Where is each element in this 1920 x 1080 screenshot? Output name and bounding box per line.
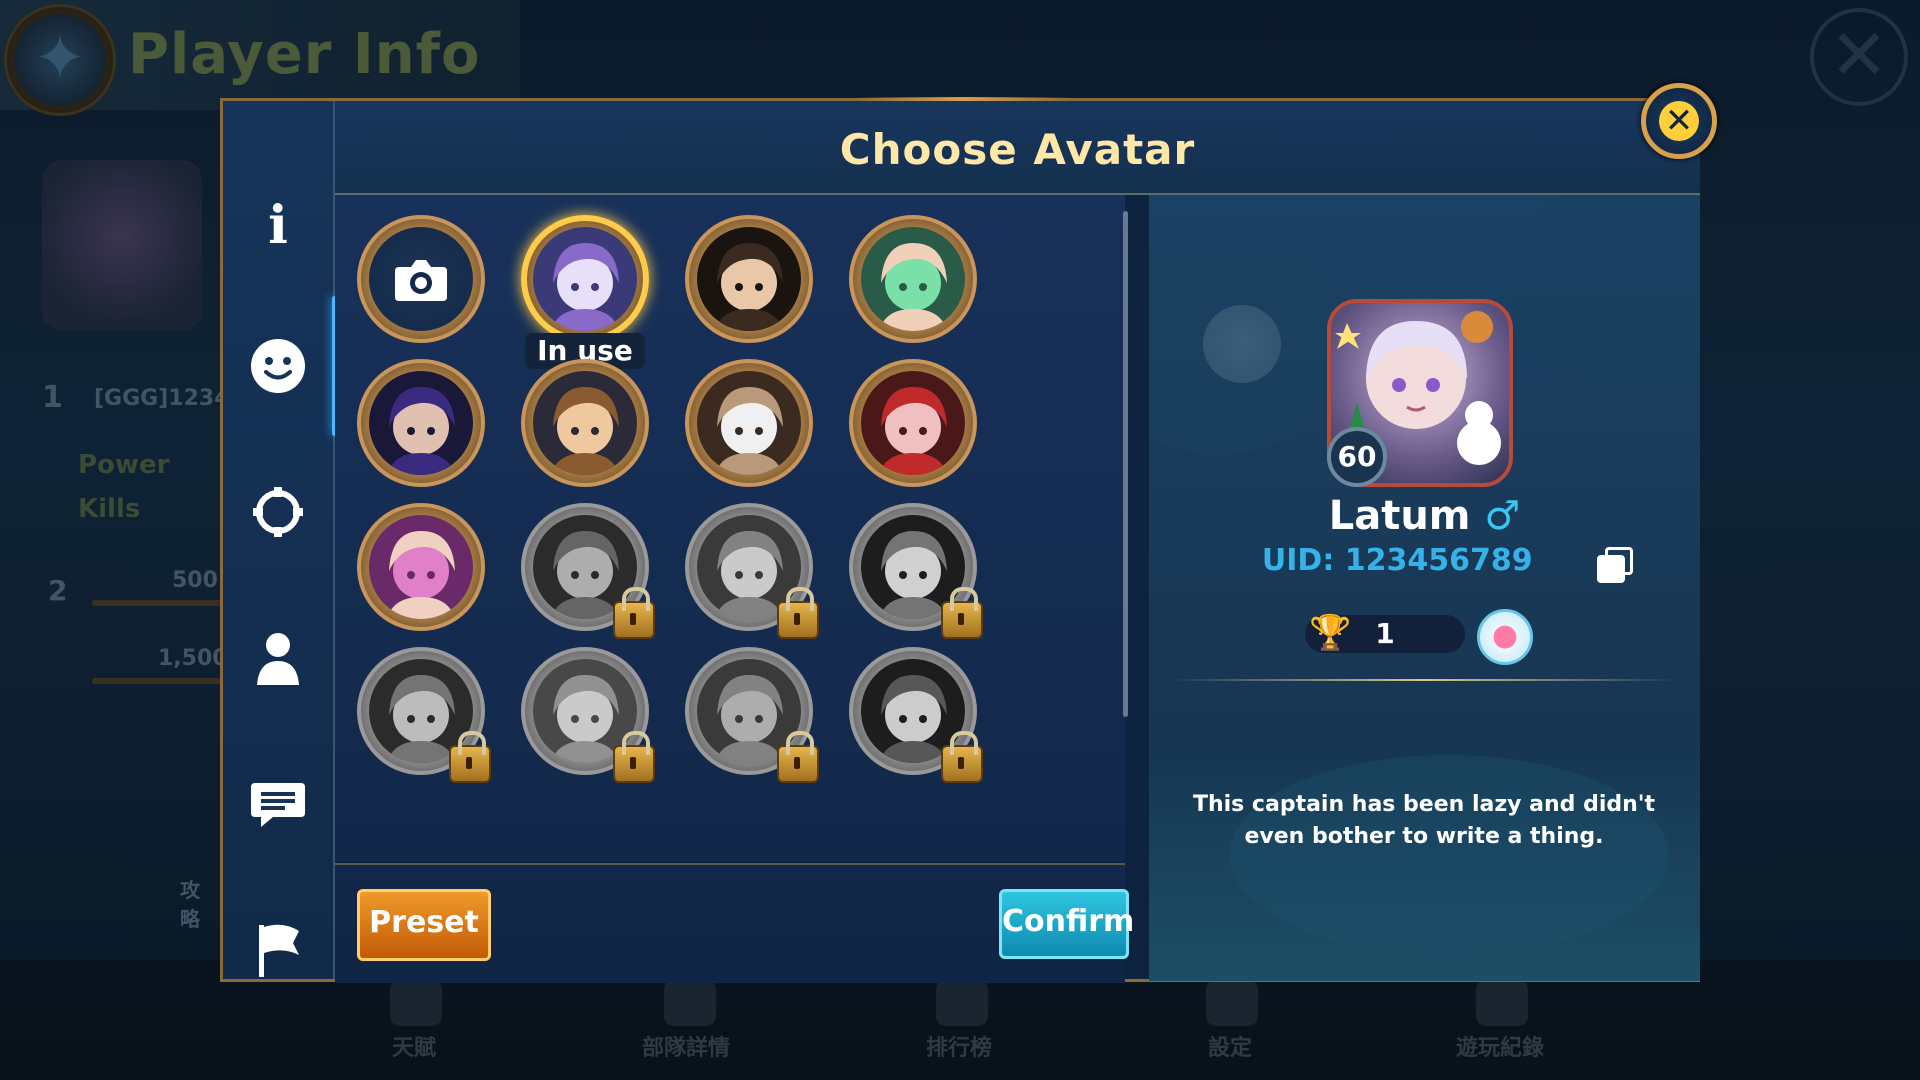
modal-title: Choose Avatar bbox=[839, 125, 1196, 174]
nav-troop-details[interactable]: 部隊詳情 bbox=[642, 1030, 730, 1062]
lock-icon bbox=[777, 587, 819, 639]
nav-settings[interactable]: 設定 bbox=[1208, 1030, 1252, 1062]
stat-power-label: Power bbox=[78, 450, 170, 480]
background-player-panel: 1 [GGG]1234 Power Kills 2 500 1,500 攻略 bbox=[36, 150, 230, 931]
avatar-portrait bbox=[369, 515, 473, 619]
avatar-option[interactable] bbox=[685, 359, 813, 487]
background-avatar bbox=[42, 160, 202, 330]
avatar-option[interactable] bbox=[357, 359, 485, 487]
tab-frame[interactable] bbox=[223, 457, 333, 567]
avatar-portrait bbox=[369, 371, 473, 475]
background-title: Player Info bbox=[128, 22, 481, 87]
preset-button[interactable]: Preset bbox=[357, 889, 491, 961]
avatar-grid-scrollbar[interactable] bbox=[1123, 211, 1128, 717]
tab-avatar[interactable] bbox=[223, 296, 337, 436]
modal-tab-bar: i bbox=[223, 101, 337, 979]
stat-value-1: 500 bbox=[172, 568, 218, 593]
trophy-count: 1 bbox=[1375, 617, 1395, 650]
upload-photo-avatar[interactable] bbox=[357, 215, 485, 343]
tree-decoration bbox=[1149, 235, 1349, 455]
ranking-icon[interactable] bbox=[936, 980, 988, 1026]
info-icon: i bbox=[268, 195, 288, 256]
avatar-portrait bbox=[861, 227, 965, 331]
modal-header: Choose Avatar bbox=[335, 101, 1700, 195]
nav-talent[interactable]: 天賦 bbox=[392, 1030, 436, 1062]
player-tag: [GGG]1234 bbox=[94, 386, 230, 411]
avatar-option[interactable] bbox=[357, 503, 485, 631]
avatar-option[interactable] bbox=[521, 359, 649, 487]
profile-panel: 60 Latum ♂ UID: 123456789 🏆 1 ● This cap… bbox=[1149, 195, 1700, 981]
avatar-option[interactable] bbox=[849, 215, 977, 343]
nav-play-record[interactable]: 遊玩紀錄 bbox=[1456, 1030, 1544, 1062]
confirm-button[interactable]: Confirm bbox=[999, 889, 1134, 959]
lock-icon bbox=[449, 731, 491, 783]
avatar-portrait bbox=[697, 371, 801, 475]
profile-name: Latum ♂ bbox=[1149, 493, 1700, 539]
level-badge: 1 bbox=[42, 380, 63, 415]
profile-level-badge: 60 bbox=[1327, 427, 1387, 487]
lock-icon bbox=[941, 731, 983, 783]
choose-avatar-modal: i Choose Avatar ✕ In use Preset Confirm … bbox=[220, 83, 1717, 983]
avatar-locked[interactable] bbox=[849, 647, 983, 783]
settings-ring-icon bbox=[253, 487, 303, 537]
avatar-option[interactable]: In use bbox=[521, 215, 649, 369]
tree-decoration bbox=[1509, 195, 1700, 395]
avatar-locked[interactable] bbox=[849, 503, 983, 639]
avatar-locked[interactable] bbox=[357, 647, 491, 783]
rank-badge: 2 bbox=[48, 574, 68, 607]
camera-icon bbox=[369, 227, 473, 331]
profile-divider bbox=[1169, 679, 1679, 681]
avatar-locked[interactable] bbox=[521, 647, 655, 783]
avatar-portrait bbox=[861, 371, 965, 475]
lock-icon bbox=[613, 587, 655, 639]
settings-icon[interactable] bbox=[1206, 980, 1258, 1026]
avatar-portrait bbox=[533, 227, 637, 331]
modal-footer: Preset Confirm bbox=[335, 863, 1134, 983]
avatar-option[interactable] bbox=[685, 215, 813, 343]
guide-link[interactable]: 攻略 bbox=[180, 874, 216, 932]
stat-value-2: 1,500 bbox=[158, 646, 228, 671]
profile-bio: This captain has been lazy and didn't ev… bbox=[1192, 792, 1656, 849]
tab-info[interactable]: i bbox=[223, 171, 333, 281]
avatar-option[interactable] bbox=[849, 359, 977, 487]
gender-male-icon: ♂ bbox=[1484, 493, 1521, 539]
flag-icon bbox=[259, 924, 299, 977]
stat-bar-1 bbox=[92, 600, 222, 606]
profile-name-text: Latum bbox=[1328, 493, 1471, 539]
stat-bar-2 bbox=[92, 678, 222, 684]
avatar-locked[interactable] bbox=[521, 503, 655, 639]
play-record-icon[interactable] bbox=[1476, 980, 1528, 1026]
ground-decoration bbox=[1229, 755, 1669, 955]
lock-icon bbox=[777, 731, 819, 783]
avatar-portrait bbox=[533, 371, 637, 475]
chat-icon bbox=[251, 783, 305, 827]
lock-icon bbox=[613, 731, 655, 783]
close-button[interactable]: ✕ bbox=[1641, 83, 1717, 159]
nav-ranking[interactable]: 排行榜 bbox=[926, 1030, 992, 1062]
tab-guild[interactable] bbox=[223, 895, 333, 1005]
close-icon: ✕ bbox=[1659, 101, 1699, 141]
tab-chat[interactable] bbox=[223, 749, 333, 859]
avatar-locked[interactable] bbox=[685, 647, 819, 783]
copy-uid-icon[interactable] bbox=[1597, 547, 1633, 583]
avatar-locked[interactable] bbox=[685, 503, 819, 639]
talent-icon[interactable] bbox=[390, 980, 442, 1026]
trophy-counter: 🏆 1 bbox=[1305, 613, 1465, 653]
person-icon bbox=[257, 633, 299, 685]
smiley-icon bbox=[251, 339, 305, 393]
paw-badge-icon[interactable]: ● bbox=[1477, 609, 1533, 665]
troops-icon[interactable] bbox=[664, 980, 716, 1026]
avatar-grid: In use bbox=[335, 195, 1125, 861]
compass-emblem-icon bbox=[4, 4, 116, 116]
stat-kills-label: Kills bbox=[78, 494, 141, 524]
avatar-portrait bbox=[697, 227, 801, 331]
background-close-icon[interactable]: ✕ bbox=[1810, 8, 1908, 106]
lock-icon bbox=[941, 587, 983, 639]
profile-uid-text: UID: 123456789 bbox=[1261, 543, 1533, 578]
tab-character[interactable] bbox=[223, 603, 333, 713]
